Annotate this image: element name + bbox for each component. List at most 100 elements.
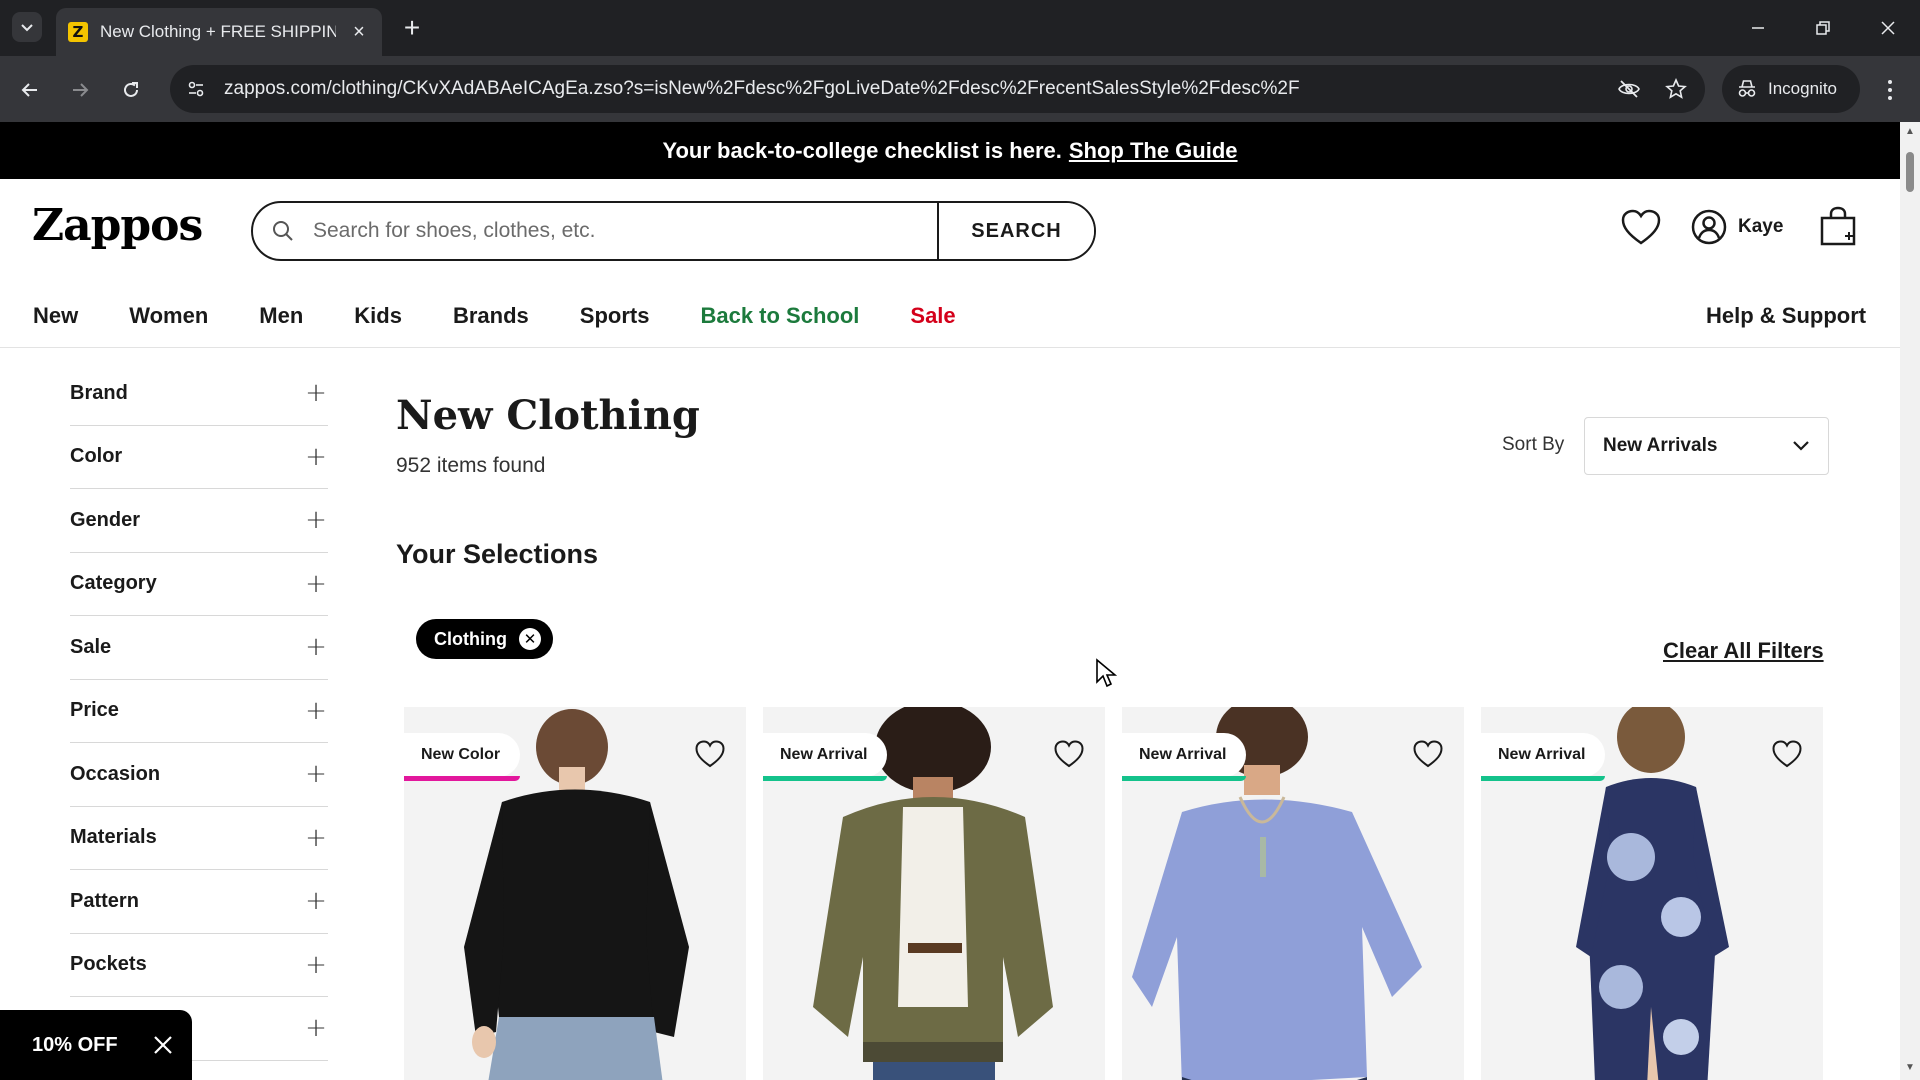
sort-dropdown[interactable]: New Arrivals xyxy=(1584,417,1829,475)
nav-new[interactable]: New xyxy=(33,303,78,329)
filter-sidebar: Brand + Color + Gender + Category + Sale + Pr… xyxy=(70,362,328,1061)
plus-icon[interactable]: + xyxy=(304,569,328,599)
shopping-bag-icon[interactable] xyxy=(1818,206,1858,248)
plus-icon[interactable]: + xyxy=(304,632,328,662)
incognito-indicator[interactable]: Incognito xyxy=(1722,65,1860,113)
favorites-heart-icon[interactable] xyxy=(1620,208,1662,246)
back-arrow-icon[interactable] xyxy=(12,72,48,108)
sort-value: New Arrivals xyxy=(1603,435,1718,456)
shop-the-guide-link[interactable]: Shop The Guide xyxy=(1069,138,1238,164)
bookmark-star-icon[interactable] xyxy=(1660,73,1692,105)
plus-icon[interactable]: + xyxy=(304,378,328,408)
chip-label: Clothing xyxy=(434,628,507,649)
promo-text: Your back-to-college checklist is here. xyxy=(662,137,1062,163)
search-bar: SEARCH xyxy=(251,201,1096,261)
site-info-icon[interactable] xyxy=(174,67,218,111)
favorite-heart-icon[interactable] xyxy=(1053,739,1085,774)
offer-label[interactable]: 10% OFF xyxy=(32,1034,118,1057)
filter-price[interactable]: Price + xyxy=(70,680,328,743)
browser-tab[interactable]: Z New Clothing + FREE SHIPPING × xyxy=(56,8,382,56)
product-grid: New Color New Arrival New Arrival New Ar… xyxy=(404,707,1824,1080)
chevron-down-icon xyxy=(21,24,33,32)
eye-off-icon[interactable] xyxy=(1613,73,1645,105)
tab-title: New Clothing + FREE SHIPPING xyxy=(100,22,336,41)
mouse-cursor-icon xyxy=(1096,658,1117,688)
minimize-icon[interactable] xyxy=(1738,10,1778,46)
browser-tab-bar: Z New Clothing + FREE SHIPPING × + xyxy=(0,0,1920,56)
nav-kids[interactable]: Kids xyxy=(354,303,402,329)
favorite-heart-icon[interactable] xyxy=(1412,739,1444,774)
search-icon xyxy=(253,219,313,243)
filter-gender[interactable]: Gender + xyxy=(70,489,328,553)
chevron-down-icon xyxy=(1792,440,1810,452)
plus-icon[interactable]: + xyxy=(304,442,328,472)
scroll-down-icon[interactable]: ▼ xyxy=(1904,1062,1916,1074)
window-close-icon[interactable] xyxy=(1868,10,1908,46)
more-menu-icon[interactable] xyxy=(1874,72,1906,108)
browser-toolbar: zappos.com/clothing/CKvXAdABAeICAgEa.zso… xyxy=(0,56,1920,122)
page-title: New Clothing xyxy=(396,392,700,439)
user-name[interactable]: Kaye xyxy=(1738,216,1783,238)
clear-all-filters-link[interactable]: Clear All Filters xyxy=(1663,638,1824,664)
web-page: Your back-to-college checklist is here. … xyxy=(0,122,1900,1080)
nav-sports[interactable]: Sports xyxy=(580,303,650,329)
filter-sale[interactable]: Sale + xyxy=(70,616,328,680)
product-card[interactable]: New Arrival xyxy=(1481,707,1823,1080)
tab-close-icon[interactable]: × xyxy=(348,21,370,44)
zappos-logo[interactable]: Zappos xyxy=(32,200,203,251)
plus-icon[interactable]: + xyxy=(304,759,328,789)
tab-search-dropdown[interactable] xyxy=(12,12,42,42)
product-badge: New Arrival xyxy=(1122,733,1247,781)
promo-banner: Your back-to-college checklist is here. … xyxy=(0,122,1900,179)
search-button[interactable]: SEARCH xyxy=(937,203,1094,259)
new-tab-plus-icon[interactable]: + xyxy=(396,12,428,44)
address-bar[interactable]: zappos.com/clothing/CKvXAdABAeICAgEa.zso… xyxy=(170,65,1705,113)
search-input[interactable] xyxy=(313,219,933,243)
product-card[interactable]: New Color xyxy=(404,707,746,1080)
plus-icon[interactable]: + xyxy=(304,950,328,980)
plus-icon[interactable]: + xyxy=(304,886,328,916)
filter-color[interactable]: Color + xyxy=(70,426,328,489)
plus-icon[interactable]: + xyxy=(304,505,328,535)
filter-pockets[interactable]: Pockets + xyxy=(70,934,328,997)
filter-brand[interactable]: Brand + xyxy=(70,362,328,426)
close-icon[interactable] xyxy=(152,1034,174,1056)
plus-icon[interactable]: + xyxy=(304,696,328,726)
product-badge: New Arrival xyxy=(763,733,888,781)
filter-category[interactable]: Category + xyxy=(70,553,328,616)
nav-brands[interactable]: Brands xyxy=(453,303,529,329)
restore-icon[interactable] xyxy=(1803,10,1843,46)
plus-icon[interactable]: + xyxy=(304,1013,328,1043)
nav-men[interactable]: Men xyxy=(259,303,303,329)
main-nav: New Women Men Kids Brands Sports Back to… xyxy=(33,296,1007,336)
user-avatar-icon xyxy=(1691,209,1727,245)
scroll-up-icon[interactable]: ▲ xyxy=(1904,126,1916,138)
account-menu[interactable]: Kaye xyxy=(1690,208,1783,246)
plus-icon[interactable]: + xyxy=(304,823,328,853)
scroll-thumb[interactable] xyxy=(1906,152,1914,192)
zappos-favicon-icon: Z xyxy=(68,22,88,42)
favorite-heart-icon[interactable] xyxy=(1771,739,1803,774)
filter-occasion[interactable]: Occasion + xyxy=(70,743,328,807)
filter-chip-clothing[interactable]: Clothing ✕ xyxy=(416,619,553,659)
incognito-icon xyxy=(1738,80,1756,97)
remove-filter-icon[interactable]: ✕ xyxy=(518,628,541,650)
filter-materials[interactable]: Materials + xyxy=(70,807,328,870)
discount-offer-bar[interactable]: 10% OFF xyxy=(0,1010,192,1080)
nav-divider xyxy=(0,347,1900,348)
reload-icon[interactable] xyxy=(113,72,149,108)
forward-arrow-icon[interactable] xyxy=(62,72,98,108)
sort-label: Sort By xyxy=(1502,434,1565,455)
help-support-link[interactable]: Help & Support xyxy=(1706,296,1866,336)
nav-back-to-school[interactable]: Back to School xyxy=(700,303,859,329)
nav-women[interactable]: Women xyxy=(129,303,208,329)
product-badge: New Arrival xyxy=(1481,733,1606,781)
nav-sale[interactable]: Sale xyxy=(910,303,955,329)
your-selections-heading: Your Selections xyxy=(396,539,599,569)
url-text[interactable]: zappos.com/clothing/CKvXAdABAeICAgEa.zso… xyxy=(224,78,1624,100)
product-card[interactable]: New Arrival xyxy=(1122,707,1464,1080)
page-scrollbar[interactable]: ▲ ▼ xyxy=(1900,122,1920,1080)
favorite-heart-icon[interactable] xyxy=(694,739,726,774)
filter-pattern[interactable]: Pattern + xyxy=(70,870,328,934)
product-card[interactable]: New Arrival xyxy=(763,707,1105,1080)
